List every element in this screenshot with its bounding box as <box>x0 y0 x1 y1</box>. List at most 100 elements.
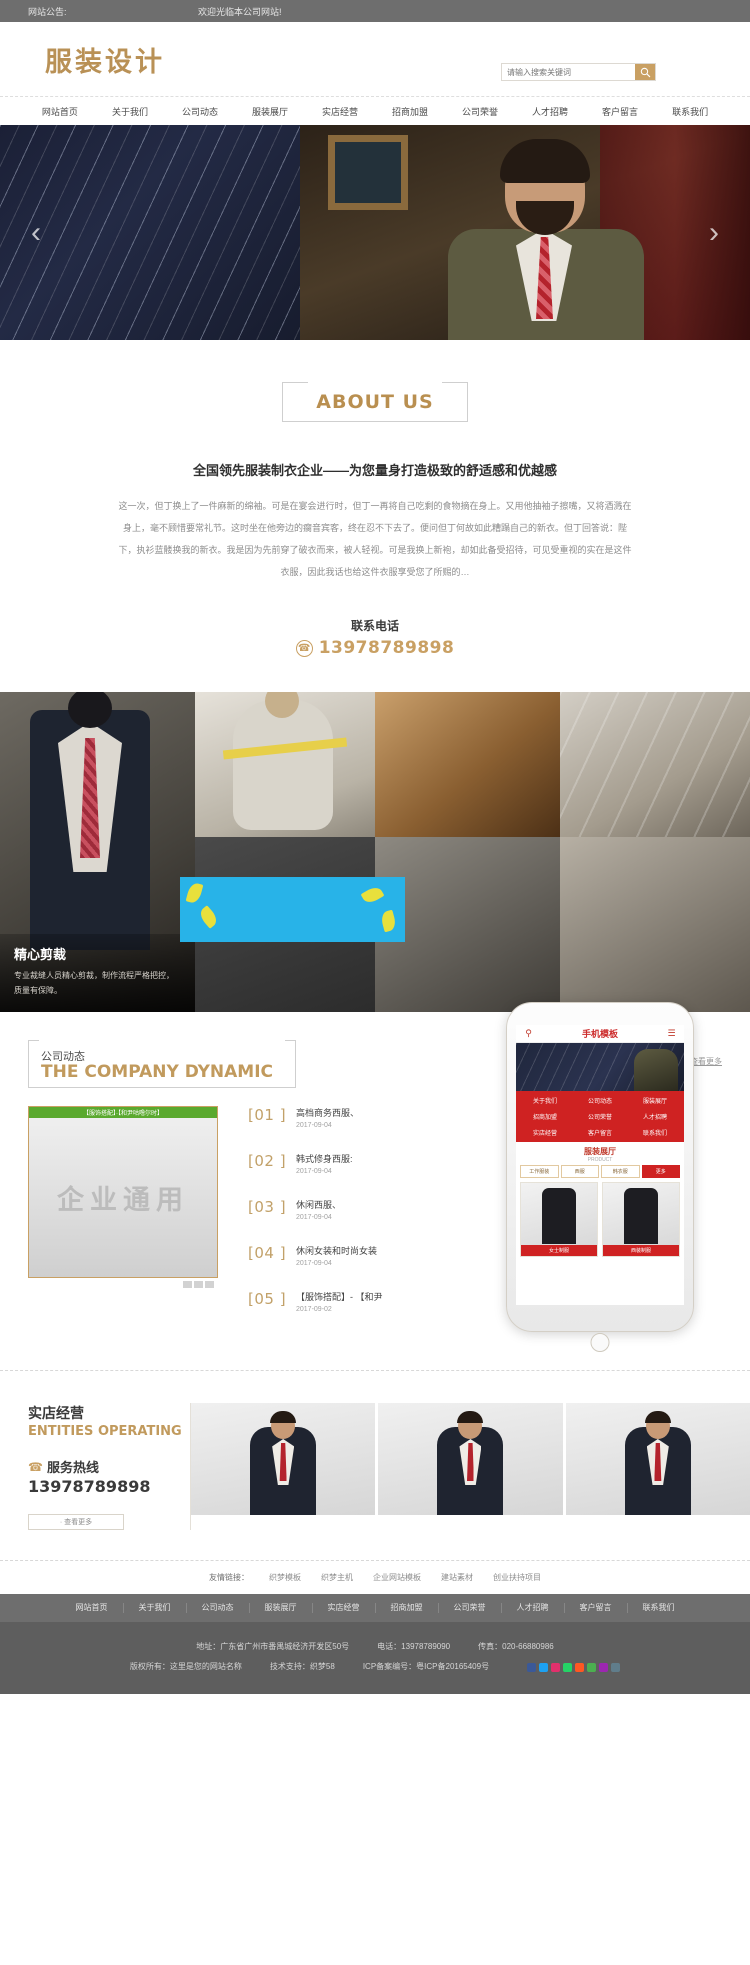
phone-tab-3[interactable]: 更多 <box>641 1165 680 1178</box>
chevron-left-icon[interactable]: ‹ <box>22 209 50 257</box>
nav-item-9[interactable]: 联系我们 <box>655 105 725 118</box>
phone-nav-item-4[interactable]: 公司荣誉 <box>573 1109 627 1124</box>
gallery-image-measuring[interactable] <box>195 692 375 837</box>
gallery-image-mannequin[interactable] <box>560 837 750 1012</box>
hamburger-icon[interactable]: ☰ <box>666 1028 677 1039</box>
social-icons[interactable] <box>527 1658 621 1676</box>
company-dynamic-section: 公司动态 THE COMPANY DYNAMIC 查看更多 【服饰搭配】·【和尹… <box>0 1002 750 1370</box>
torso-shape <box>233 700 333 830</box>
gallery-image-suit-full[interactable]: 精心剪裁 专业裁缝人员精心剪裁，制作流程严格把控，质量有保障。 <box>0 692 195 1012</box>
news-item-4[interactable]: [05 ] 【服饰搭配】- 【和尹 2017-09-02 <box>248 1290 383 1313</box>
search-box[interactable] <box>501 63 656 81</box>
phone-nav-item-6[interactable]: 实店经营 <box>518 1125 572 1140</box>
phone-product-card-1[interactable]: 西装制服 <box>602 1182 680 1257</box>
social-icon-2[interactable] <box>551 1662 561 1672</box>
phone-nav-item-7[interactable]: 客户留言 <box>573 1125 627 1140</box>
social-icon-6[interactable] <box>599 1662 609 1672</box>
nav-item-3[interactable]: 服装展厅 <box>235 105 305 118</box>
phone-tab-0[interactable]: 工作服装 <box>520 1165 559 1178</box>
nav-item-5[interactable]: 招商加盟 <box>375 105 445 118</box>
footer-nav-item-6[interactable]: 公司荣誉 <box>439 1603 502 1613</box>
friend-link-1[interactable]: 织梦主机 <box>321 1572 353 1583</box>
news-item-1[interactable]: [02 ] 韩式修身西服: 2017-09-04 <box>248 1152 383 1175</box>
dynamic-slider-caption: 【服饰搭配】·【和尹咕噜尔时】 <box>28 1106 218 1118</box>
footer-nav-item-7[interactable]: 人才招聘 <box>502 1603 565 1613</box>
news-title[interactable]: 韩式修身西服: <box>296 1152 353 1165</box>
dynamic-more-link[interactable]: 查看更多 <box>690 1056 722 1067</box>
footer-nav-item-2[interactable]: 公司动态 <box>187 1603 250 1613</box>
site-logo[interactable]: 服装设计 <box>45 40 165 79</box>
friend-links: 友情链接： 织梦模板 织梦主机 企业网站模板 建站素材 创业扶持项目 <box>0 1560 750 1594</box>
entities-photo-3[interactable] <box>562 1403 750 1515</box>
phone-product-card-0[interactable]: 女士制服 <box>520 1182 598 1257</box>
social-icon-3[interactable] <box>563 1662 573 1672</box>
nav-item-7[interactable]: 人才招聘 <box>515 105 585 118</box>
gallery-image-fabric-closeup[interactable] <box>375 692 560 837</box>
news-title[interactable]: 高档商务西服、 <box>296 1106 359 1119</box>
announcement-label: 网站公告: <box>28 6 67 17</box>
nav-item-6[interactable]: 公司荣誉 <box>445 105 515 118</box>
social-icon-0[interactable] <box>527 1662 537 1672</box>
footer-nav-item-3[interactable]: 服装展厅 <box>250 1603 313 1613</box>
dynamic-slider[interactable]: 【服饰搭配】·【和尹咕噜尔时】 企业通用 <box>28 1106 218 1336</box>
gallery-section: 精心剪裁 专业裁缝人员精心剪裁，制作流程严格把控，质量有保障。 <box>0 692 750 1012</box>
phone-nav-item-0[interactable]: 关于我们 <box>518 1093 572 1108</box>
phone-product-caption: 西装制服 <box>603 1245 679 1256</box>
news-title[interactable]: 【服饰搭配】- 【和尹 <box>296 1290 383 1303</box>
social-icon-5[interactable] <box>587 1662 597 1672</box>
news-item-0[interactable]: [01 ] 高档商务西服、 2017-09-04 <box>248 1106 383 1129</box>
social-icon-7[interactable] <box>611 1662 621 1672</box>
phone-home-button[interactable] <box>590 1333 610 1352</box>
friend-link-0[interactable]: 织梦模板 <box>269 1572 301 1583</box>
entities-photo-1[interactable] <box>191 1403 376 1515</box>
social-icon-4[interactable] <box>575 1662 585 1672</box>
phone-tab-2[interactable]: 韩衣服 <box>601 1165 640 1178</box>
footer-nav-item-9[interactable]: 联系我们 <box>628 1603 690 1613</box>
news-item-3[interactable]: [04 ] 休闲女装和时尚女装 2017-09-04 <box>248 1244 383 1267</box>
footer-nav-item-4[interactable]: 实店经营 <box>313 1603 376 1613</box>
news-title[interactable]: 休闲西服、 <box>296 1198 341 1211</box>
search-icon[interactable]: ⚲ <box>523 1028 534 1039</box>
news-item-2[interactable]: [03 ] 休闲西服、 2017-09-04 <box>248 1198 383 1221</box>
entities-more-button[interactable]: · 查看更多 <box>28 1514 124 1530</box>
news-text: 高档商务西服、 2017-09-04 <box>296 1106 359 1129</box>
footer-nav-item-8[interactable]: 客户留言 <box>565 1603 628 1613</box>
news-title[interactable]: 休闲女装和时尚女装 <box>296 1244 377 1257</box>
phone-icon: ☎ <box>295 639 313 657</box>
nav-item-8[interactable]: 客户留言 <box>585 105 655 118</box>
entities-photo-2[interactable] <box>375 1403 563 1515</box>
friend-link-3[interactable]: 建站素材 <box>441 1572 473 1583</box>
news-index: [03 ] <box>248 1198 287 1216</box>
contact-phone-number: 13978789898 <box>318 638 455 658</box>
friend-link-2[interactable]: 企业网站模板 <box>373 1572 421 1583</box>
nav-item-2[interactable]: 公司动态 <box>165 105 235 118</box>
nav-item-0[interactable]: 网站首页 <box>25 105 95 118</box>
news-index: [02 ] <box>248 1152 287 1170</box>
phone-nav-item-2[interactable]: 服装展厅 <box>628 1093 682 1108</box>
footer-tech-value: 织梦58 <box>309 1662 335 1671</box>
friend-link-4[interactable]: 创业扶持项目 <box>493 1572 541 1583</box>
gallery-image-shoulder[interactable] <box>560 692 750 837</box>
social-icon-1[interactable] <box>539 1662 549 1672</box>
phone-tab-1[interactable]: 西服 <box>560 1165 599 1178</box>
nav-item-1[interactable]: 关于我们 <box>95 105 165 118</box>
phone-nav-item-8[interactable]: 联系我们 <box>628 1125 682 1140</box>
footer-fax-label: 传真： <box>478 1642 503 1651</box>
footer-nav-item-1[interactable]: 关于我们 <box>124 1603 187 1613</box>
footer-nav-item-0[interactable]: 网站首页 <box>61 1603 124 1613</box>
about-badge-text: ABOUT US <box>316 391 434 413</box>
dynamic-slider-dots[interactable] <box>28 1278 218 1288</box>
footer-nav-item-5[interactable]: 招商加盟 <box>376 1603 439 1613</box>
search-button[interactable] <box>635 64 655 80</box>
phone-nav-item-1[interactable]: 公司动态 <box>573 1093 627 1108</box>
hero-banner: ‹ › <box>0 125 750 340</box>
contact-title: 联系电话 <box>350 619 399 633</box>
nav-item-4[interactable]: 实店经营 <box>305 105 375 118</box>
phone-nav-item-5[interactable]: 人才招聘 <box>628 1109 682 1124</box>
main-nav: 网站首页 关于我们 公司动态 服装展厅 实店经营 招商加盟 公司荣誉 人才招聘 客户留言 联系我们 <box>0 97 750 125</box>
chevron-right-icon[interactable]: › <box>700 209 728 257</box>
about-contact: 联系电话 ☎ 13978789898 <box>0 617 750 692</box>
search-input[interactable] <box>502 64 635 80</box>
banner-frame <box>328 135 408 210</box>
phone-nav-item-3[interactable]: 招商加盟 <box>518 1109 572 1124</box>
